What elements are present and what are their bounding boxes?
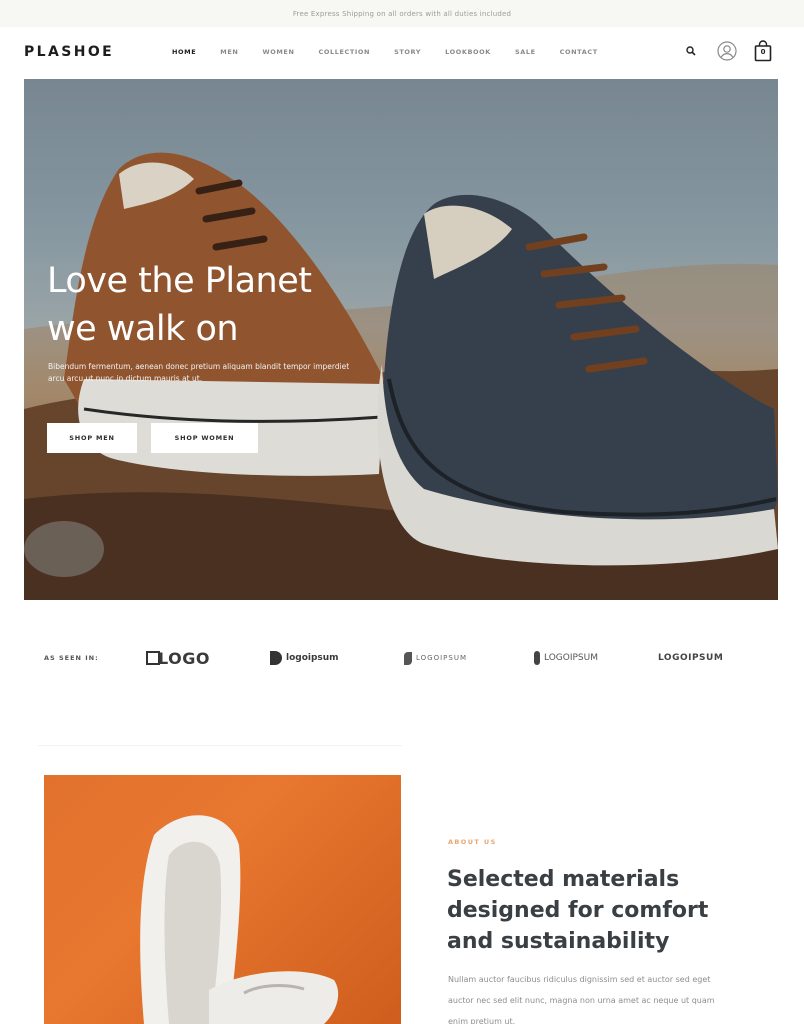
as-seen-in-label: AS SEEN IN: [44, 654, 99, 662]
logo-pin-icon [534, 651, 540, 665]
feature-sneaker-image [44, 775, 401, 1024]
shop-women-button[interactable]: SHOP WOMEN [151, 423, 258, 453]
nav-item-story[interactable]: STORY [382, 47, 433, 57]
header-icons: 0 [680, 39, 773, 63]
hero-title-line1: Love the Planet [47, 261, 312, 301]
logo-d-icon [270, 651, 282, 665]
nav-item-collection[interactable]: COLLECTION [306, 47, 382, 57]
announcement-text: Free Express Shipping on all orders with… [292, 9, 512, 18]
hero-banner: Love the Planet we walk on Bibendum ferm… [24, 79, 778, 600]
section-divider [38, 745, 402, 746]
as-seen-in-strip: AS SEEN IN: LOGO logoipsum LOGOIPSUM LOG… [44, 645, 764, 671]
about-description: Nullam auctor faucibus ridiculus digniss… [448, 975, 715, 1024]
hero-title: Love the Planet we walk on [47, 257, 387, 353]
about-title: Selected materials designed for comfort … [447, 867, 709, 954]
white-sneaker-graphic [140, 815, 339, 1024]
nav-item-women[interactable]: WOMEN [250, 47, 306, 57]
press-logo-3: LOGOIPSUM [404, 651, 534, 665]
bag-icon[interactable]: 0 [753, 39, 773, 63]
announcement-bar: Free Express Shipping on all orders with… [0, 0, 804, 27]
about-us-label: ABOUT US [448, 838, 497, 846]
press-logo-2: logoipsum [270, 651, 404, 665]
nav-item-men[interactable]: MEN [208, 47, 250, 57]
hero-description: Bibendum fermentum, aenean donec pretium… [48, 362, 350, 383]
shop-men-button[interactable]: SHOP MEN [47, 423, 137, 453]
nav-item-home[interactable]: HOME [160, 47, 208, 57]
nav-item-contact[interactable]: CONTACT [548, 47, 610, 57]
logo-leaf-icon [404, 651, 412, 665]
nav-item-sale[interactable]: SALE [503, 47, 548, 57]
press-logo-1: LOGO [146, 649, 270, 668]
hero-title-line2: we walk on [47, 309, 239, 349]
search-icon[interactable] [680, 39, 702, 63]
brand-logo[interactable]: PLASHOE [24, 44, 114, 60]
press-logo-5: LOGOIPSUM [658, 653, 724, 663]
hero-buttons: SHOP MEN SHOP WOMEN [47, 423, 258, 453]
nav-item-lookbook[interactable]: LOOKBOOK [433, 47, 503, 57]
user-icon[interactable] [716, 39, 738, 63]
site-header: PLASHOE HOME MEN WOMEN COLLECTION STORY … [0, 27, 804, 77]
cart-count: 0 [760, 48, 766, 56]
main-nav: HOME MEN WOMEN COLLECTION STORY LOOKBOOK… [160, 47, 610, 57]
press-logo-4: LOGOIPSUM [534, 651, 658, 665]
